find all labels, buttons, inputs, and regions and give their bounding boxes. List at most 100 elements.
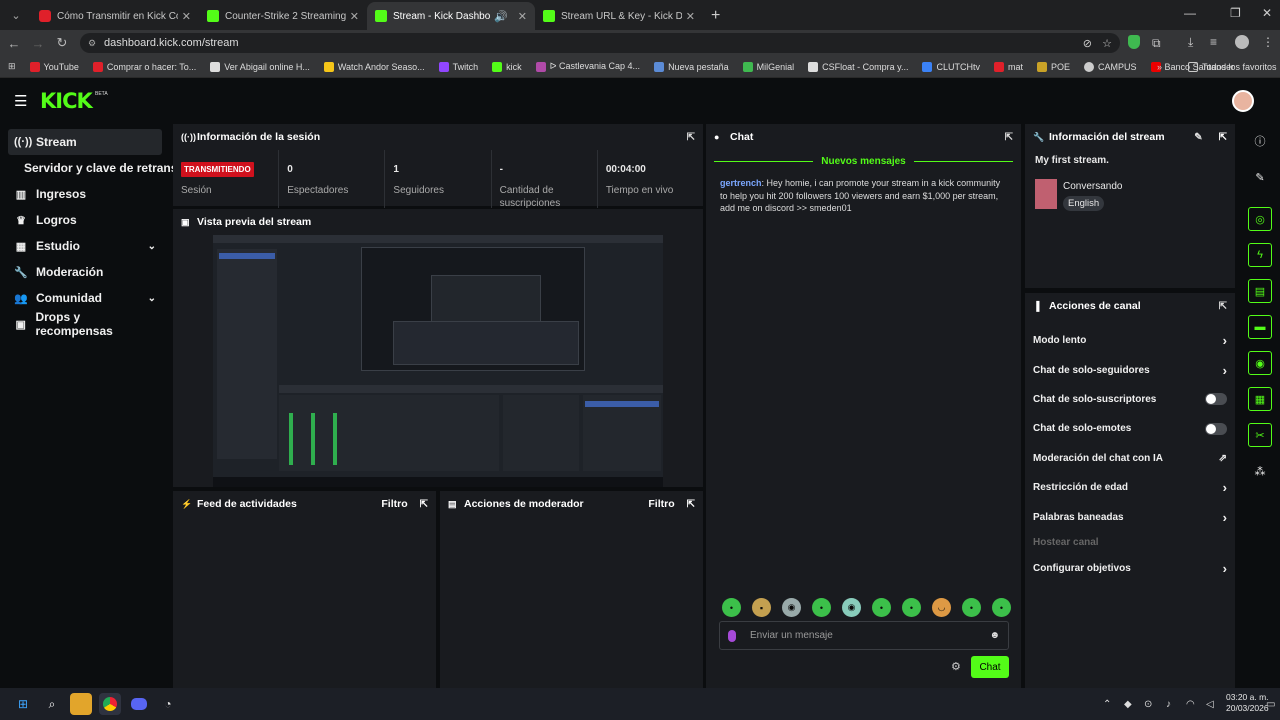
popout-icon[interactable]: ⇱ — [687, 499, 695, 510]
extension-shield-icon[interactable] — [1128, 35, 1140, 49]
bookmark[interactable]: ᐅ Castlevania Cap 4... — [535, 61, 640, 72]
microphone-icon[interactable]: ♪ — [1166, 699, 1171, 710]
steam-icon[interactable]: ⊙ — [1144, 699, 1152, 710]
url-field[interactable]: ⚙ dashboard.kick.com/stream ⊘ ☆ — [80, 33, 1120, 53]
bookmark[interactable]: Watch Andor Seaso... — [323, 61, 425, 72]
edit-icon[interactable]: ✎ — [1248, 165, 1272, 189]
avatar[interactable] — [1232, 90, 1254, 112]
obs-icon[interactable]: ◔ — [157, 693, 179, 715]
stream-preview-video[interactable] — [213, 235, 663, 487]
windows-start-icon[interactable]: ⊞ — [12, 693, 34, 715]
clock[interactable]: 03:20 a. m. 20/03/2026 — [1226, 692, 1269, 714]
profile-icon[interactable] — [1235, 35, 1249, 49]
browser-tab-1[interactable]: Cómo Transmitir en Kick Con O ✕ — [31, 2, 199, 30]
bookmark[interactable]: POE — [1037, 61, 1070, 72]
settings-icon[interactable]: ⚙ — [951, 660, 961, 673]
action-configure-goals[interactable]: Configurar objetivos › — [1025, 554, 1235, 583]
edit-icon[interactable]: ✎ — [1194, 132, 1202, 143]
bookmark[interactable]: CLUTCHtv — [922, 61, 980, 72]
info-icon[interactable]: ⓘ — [1248, 129, 1272, 153]
volume-icon[interactable]: ◁ — [1206, 699, 1214, 710]
action-banned-words[interactable]: Palabras baneadas › — [1025, 502, 1235, 531]
emote-icon[interactable]: • — [812, 598, 831, 617]
category-thumbnail[interactable] — [1035, 179, 1057, 209]
filter-button[interactable]: Filtro — [648, 498, 674, 510]
bookmark[interactable]: mat — [994, 61, 1023, 72]
media-icon[interactable]: ≡ — [1210, 35, 1217, 49]
close-icon[interactable]: ✕ — [686, 10, 695, 23]
restore-icon[interactable]: ❐ — [1230, 6, 1241, 20]
server-icon[interactable]: ▦ — [1248, 387, 1272, 411]
apps-icon[interactable]: ⊞ — [8, 61, 16, 72]
window-close-icon[interactable]: ✕ — [1262, 6, 1272, 20]
bookmark[interactable]: Nueva pestaña — [654, 61, 729, 72]
star-icon[interactable]: ☆ — [1102, 37, 1112, 50]
emote-icon[interactable]: • — [992, 598, 1011, 617]
sidebar-item-comunidad[interactable]: 👥 Comunidad ⌄ — [8, 285, 162, 311]
chevron-up-icon[interactable]: ⌃ — [1103, 699, 1111, 710]
popout-icon[interactable]: ⇱ — [420, 499, 428, 510]
microphone-icon[interactable] — [728, 629, 736, 642]
bookmark[interactable]: Ver Abigail online H... — [210, 61, 310, 72]
action-ai-moderation[interactable]: Moderación del chat con IA ⇗ — [1025, 444, 1235, 473]
sidebar-item-estudio[interactable]: ▦ Estudio ⌄ — [8, 233, 162, 259]
download-icon[interactable]: ⤓ — [1188, 35, 1193, 50]
broadcast-icon[interactable]: ◉ — [1248, 351, 1272, 375]
document-icon[interactable]: ▤ — [1248, 279, 1272, 303]
wrench-icon[interactable]: ✂ — [1248, 423, 1272, 447]
lightning-icon[interactable]: ϟ — [1248, 243, 1272, 267]
action-slow-mode[interactable]: Modo lento › — [1025, 326, 1235, 355]
back-icon[interactable]: ← — [2, 36, 26, 51]
bookmark[interactable]: Twitch — [438, 61, 478, 72]
bookmark[interactable]: YouTube — [29, 61, 79, 72]
emotes-only-toggle[interactable] — [1205, 422, 1227, 435]
bookmark[interactable]: MilGenial — [742, 61, 794, 72]
menu-icon[interactable]: ☰ — [14, 92, 27, 110]
sidebar-item-server-key[interactable]: Servidor y clave de retransm — [8, 155, 188, 181]
bookmark[interactable]: kick — [492, 61, 522, 72]
sidebar-item-stream[interactable]: ((·)) Stream — [8, 129, 162, 155]
camera-icon[interactable]: ◎ — [1248, 207, 1272, 231]
close-icon[interactable]: ✕ — [518, 10, 527, 23]
share-icon[interactable]: ⁂ — [1248, 459, 1272, 483]
browser-tab-2[interactable]: Counter-Strike 2 Streaming - Li ✕ — [199, 2, 367, 30]
popout-icon[interactable]: ⇱ — [1005, 132, 1013, 143]
popout-icon[interactable]: ⇱ — [1219, 301, 1227, 312]
eye-off-icon[interactable]: ⊘ — [1083, 37, 1092, 50]
emote-icon[interactable]: ◡ — [932, 598, 951, 617]
emote-icon[interactable]: • — [722, 598, 741, 617]
sidebar-item-ingresos[interactable]: ▥ Ingresos — [8, 181, 162, 207]
close-icon[interactable]: ✕ — [350, 10, 359, 23]
chat-input[interactable]: Enviar un mensaje ☻ — [719, 621, 1009, 650]
audio-icon[interactable]: 🔊 — [494, 10, 508, 23]
discord-icon[interactable] — [128, 693, 150, 715]
search-icon[interactable]: ⌕ — [41, 693, 63, 715]
subscribers-only-toggle[interactable] — [1205, 393, 1227, 406]
emoji-icon[interactable]: ☻ — [989, 630, 1000, 641]
emote-icon[interactable]: • — [902, 598, 921, 617]
bookmark[interactable]: CSFloat - Compra y... — [808, 61, 908, 72]
stream-category[interactable]: Conversando — [1063, 181, 1122, 192]
action-age-restriction[interactable]: Restricción de edad › — [1025, 473, 1235, 502]
close-icon[interactable]: ✕ — [182, 10, 191, 23]
reload-icon[interactable]: ↻ — [50, 35, 74, 51]
new-messages-divider[interactable]: Nuevos mensajes — [714, 156, 1013, 167]
chrome-icon[interactable] — [99, 693, 121, 715]
send-chat-button[interactable]: Chat — [971, 656, 1009, 678]
extensions-icon[interactable]: ⧉ — [1152, 36, 1161, 51]
chat-username[interactable]: gertrench — [720, 178, 762, 188]
chat-icon[interactable]: ▬ — [1248, 315, 1272, 339]
emote-icon[interactable]: • — [962, 598, 981, 617]
bookmark[interactable]: Comprar o hacer: To... — [92, 61, 196, 72]
forward-icon[interactable]: → — [26, 36, 50, 51]
bookmark[interactable]: CAMPUS — [1084, 61, 1137, 72]
emote-icon[interactable]: ▪ — [752, 598, 771, 617]
popout-icon[interactable]: ⇱ — [687, 132, 695, 143]
emote-icon[interactable]: ◉ — [842, 598, 861, 617]
site-info-icon[interactable]: ⚙ — [88, 38, 96, 49]
popout-icon[interactable]: ⇱ — [1219, 132, 1227, 143]
filter-button[interactable]: Filtro — [381, 498, 407, 510]
browser-tab-4[interactable]: Stream URL & Key - Kick Dashb ✕ — [535, 2, 703, 30]
menu-icon[interactable]: ⋮ — [1262, 35, 1274, 49]
wifi-icon[interactable]: ◠ — [1186, 699, 1195, 710]
